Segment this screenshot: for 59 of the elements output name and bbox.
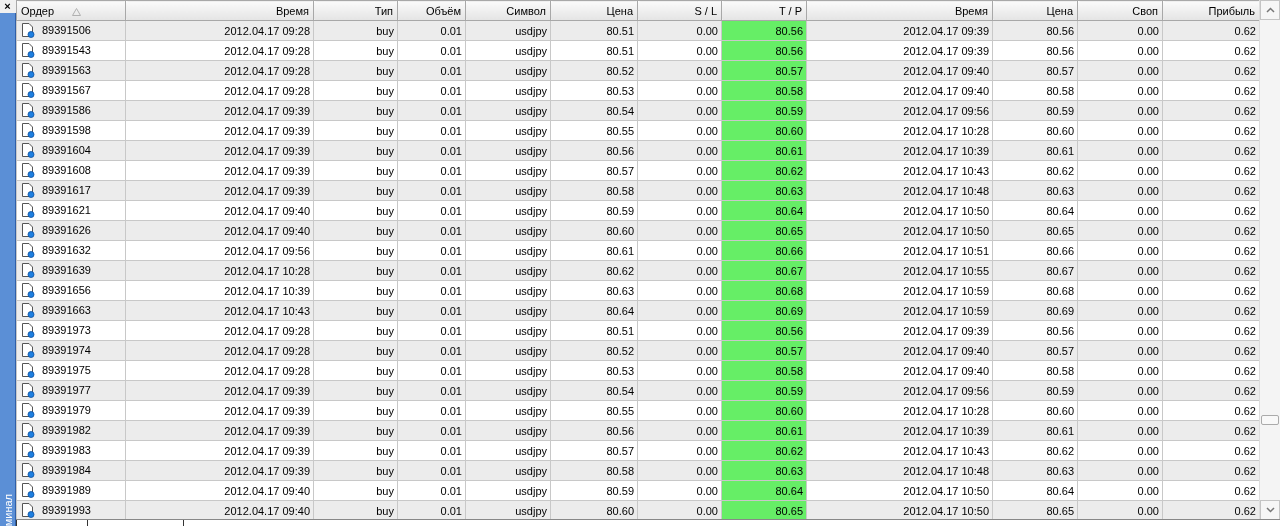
column-header[interactable]: Ордер [16, 0, 126, 21]
table-cell: 89391604 [16, 140, 126, 161]
table-cell: 89391993 [16, 500, 126, 520]
document-icon [20, 401, 36, 418]
column-header[interactable]: Своп [1077, 0, 1163, 21]
table-cell: 89391974 [16, 340, 126, 361]
column-header[interactable]: Время [806, 0, 993, 21]
table-cell: 89391639 [16, 260, 126, 281]
document-icon [20, 41, 36, 58]
document-icon [20, 301, 36, 318]
document-icon [20, 121, 36, 138]
scrollbar[interactable] [1259, 0, 1280, 520]
column-header[interactable]: Объём [397, 0, 466, 21]
chevron-up-icon [1265, 7, 1275, 13]
document-icon [20, 481, 36, 498]
document-icon [20, 81, 36, 98]
scroll-thumb[interactable] [1261, 415, 1279, 425]
sort-icon [72, 7, 82, 16]
document-icon [20, 441, 36, 458]
table-cell: 89391984 [16, 460, 126, 481]
table-cell: 89391626 [16, 220, 126, 241]
document-icon [20, 381, 36, 398]
column-header[interactable]: T / P [721, 0, 807, 21]
table-cell: 89391506 [16, 20, 126, 41]
table-cell: 89391982 [16, 420, 126, 441]
column-header[interactable]: S / L [637, 0, 722, 21]
document-icon [20, 161, 36, 178]
table-cell: 89391977 [16, 380, 126, 401]
document-icon [20, 141, 36, 158]
column-header[interactable]: Прибыль [1162, 0, 1259, 21]
column-header[interactable]: Время [125, 0, 314, 21]
close-button[interactable]: × [0, 0, 16, 13]
document-icon [20, 461, 36, 478]
document-icon [20, 281, 36, 298]
document-icon [20, 201, 36, 218]
table-cell: 89391617 [16, 180, 126, 201]
document-icon [20, 361, 36, 378]
document-icon [20, 321, 36, 338]
column-header[interactable]: Символ [465, 0, 551, 21]
document-icon [20, 421, 36, 438]
document-icon [20, 21, 36, 38]
document-icon [20, 61, 36, 78]
scroll-down-button[interactable] [1260, 500, 1280, 520]
column-header[interactable]: Тип [313, 0, 398, 21]
bottom-tab[interactable] [16, 520, 88, 526]
table-cell: 89391663 [16, 300, 126, 321]
panel-title: минал [0, 493, 15, 526]
column-header[interactable]: Цена [992, 0, 1078, 21]
chevron-down-icon [1265, 507, 1275, 513]
document-icon [20, 341, 36, 358]
column-header[interactable]: Цена [550, 0, 638, 21]
document-icon [20, 241, 36, 258]
table-cell: 89391586 [16, 100, 126, 121]
document-icon [20, 261, 36, 278]
document-icon [20, 101, 36, 118]
document-icon [20, 181, 36, 198]
scroll-up-button[interactable] [1260, 0, 1280, 20]
table-cell: 89391563 [16, 60, 126, 81]
document-icon [20, 221, 36, 238]
